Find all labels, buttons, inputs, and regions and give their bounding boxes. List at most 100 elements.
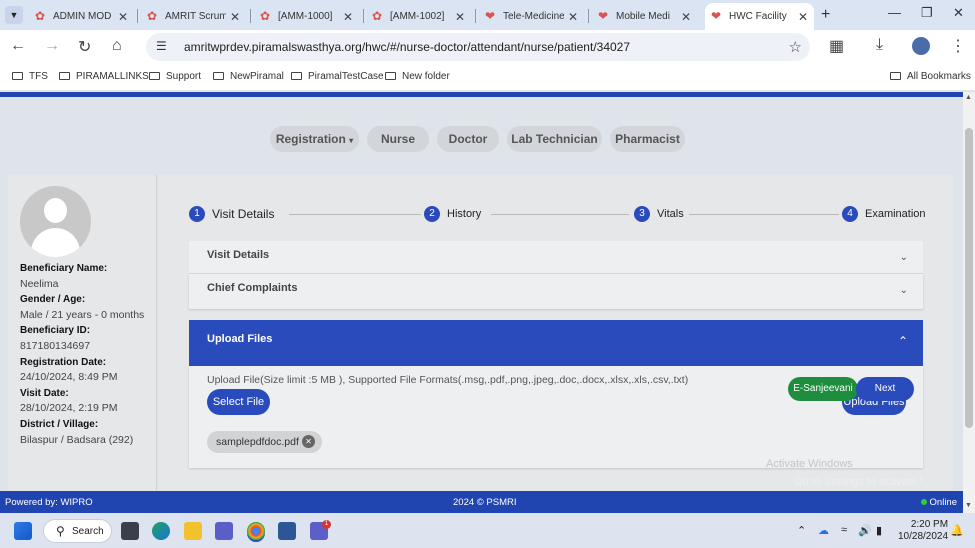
window-close-icon[interactable]: ✕ — [953, 5, 964, 21]
menu-kebab-icon[interactable]: ⋮ — [950, 36, 966, 56]
esanjeevani-button[interactable]: E-Sanjeevani — [788, 377, 858, 401]
tab-amrit-scrum[interactable]: ✿ AMRIT Scrum ✕ — [141, 3, 246, 30]
tab-admin-mod[interactable]: ✿ ADMIN MOD ✕ — [29, 3, 134, 30]
bookmarks-bar: TFS PIRAMALLINKS Support NewPiramal Pira… — [0, 64, 975, 91]
file-explorer-icon[interactable] — [184, 522, 202, 540]
nav-pharmacist[interactable]: Pharmacist — [610, 126, 685, 152]
notification-bell-icon[interactable]: 🔔 — [950, 524, 964, 537]
gender-age: Male / 21 years - 0 months — [20, 308, 145, 321]
clock[interactable]: 2:20 PM 10/28/2024 — [898, 519, 948, 543]
chevron-up-icon: ⌃ — [897, 334, 908, 348]
minimize-icon[interactable]: — — [888, 5, 901, 20]
step-vitals[interactable]: 3 Vitals — [634, 205, 684, 223]
bookmark-support[interactable]: Support — [149, 71, 201, 82]
tab-label: HWC Facility — [729, 11, 787, 22]
favicon-icon: ✿ — [147, 9, 158, 23]
district-village-label: District / Village: — [20, 418, 99, 430]
site-info-icon[interactable]: ☰ — [156, 39, 167, 53]
caret-down-icon: ▾ — [349, 136, 354, 145]
activate-windows-title: Activate Windows — [766, 458, 853, 470]
download-icon[interactable]: ⤓ — [876, 36, 883, 54]
accordion-upload-files[interactable]: Upload Files ⌃ — [189, 320, 923, 366]
tab-tele-medicine[interactable]: ❤ Tele-Medicine ✕ — [479, 3, 584, 30]
favicon-icon: ✿ — [260, 9, 271, 23]
visit-date: 28/10/2024, 2:19 PM — [20, 402, 118, 415]
tab-amm-1000[interactable]: ✿ [AMM-1000] ✕ — [254, 3, 359, 30]
tab-label: ADMIN MOD — [53, 11, 112, 22]
chrome-icon[interactable] — [247, 522, 265, 540]
app-header-bar — [0, 92, 963, 97]
reload-icon[interactable]: ↻ — [78, 37, 91, 57]
close-icon[interactable]: ✕ — [568, 10, 578, 24]
bookmark-star-icon[interactable]: ☆ — [789, 38, 802, 56]
scrollbar-thumb[interactable] — [965, 128, 973, 428]
page-scrollbar[interactable]: ▲ ▼ — [963, 92, 975, 513]
nav-doctor[interactable]: Doctor — [437, 126, 499, 152]
url-text[interactable]: amritwprdev.piramalswasthya.org/hwc/#/nu… — [184, 40, 630, 54]
onedrive-icon[interactable]: ☁ — [818, 524, 829, 537]
bookmark-piramallinks[interactable]: PIRAMALLINKS — [59, 71, 149, 82]
profile-avatar-icon[interactable] — [912, 37, 930, 55]
close-icon[interactable]: ✕ — [681, 10, 691, 24]
accordion-chief-complaints[interactable]: Chief Complaints ⌄ — [189, 274, 923, 309]
accordion-title: Visit Details — [207, 249, 270, 261]
beneficiary-panel: Beneficiary Name: Neelima Gender / Age: … — [8, 175, 157, 491]
nav-lab-technician[interactable]: Lab Technician — [507, 126, 602, 152]
close-icon[interactable]: ✕ — [343, 10, 353, 24]
nav-nurse[interactable]: Nurse — [367, 126, 429, 152]
tab-amm-1002[interactable]: ✿ [AMM-1002] ✕ — [366, 3, 471, 30]
extensions-icon[interactable]: ▦ — [829, 36, 844, 56]
chevron-down-icon: ⌄ — [899, 285, 908, 296]
file-chip: samplepdfdoc.pdf ✕ — [207, 431, 322, 453]
close-icon[interactable]: ✕ — [118, 10, 128, 24]
forward-icon[interactable]: → — [44, 37, 60, 55]
tab-hwc-facility[interactable]: ❤ HWC Facility ✕ — [705, 3, 814, 30]
app-footer: Powered by: WIPRO 2024 © PSMRI Online — [0, 491, 963, 513]
home-icon[interactable]: ⌂ — [112, 37, 122, 55]
back-icon[interactable]: ← — [10, 37, 26, 55]
snipping-tool-icon[interactable] — [215, 522, 233, 540]
folder-icon — [12, 72, 23, 80]
select-file-button[interactable]: Select File — [207, 389, 270, 415]
battery-icon[interactable]: ▮ — [876, 524, 882, 537]
remove-file-icon[interactable]: ✕ — [302, 435, 315, 448]
close-icon[interactable]: ✕ — [230, 10, 240, 24]
avatar — [20, 186, 91, 257]
bookmark-new-folder[interactable]: New folder — [385, 71, 450, 82]
nav-registration[interactable]: Registration ▾ — [270, 126, 359, 152]
restore-icon[interactable]: ❐ — [921, 5, 933, 21]
bookmark-newpiramal[interactable]: NewPiramal — [213, 71, 284, 82]
tray-chevron-icon[interactable]: ⌃ — [797, 524, 806, 537]
beneficiary-id: 817180134697 — [20, 340, 91, 353]
tab-search-button[interactable]: ▼ — [5, 6, 23, 24]
word-icon[interactable] — [278, 522, 296, 540]
close-icon[interactable]: ✕ — [798, 10, 808, 24]
step-examination[interactable]: 4 Examination — [842, 205, 926, 223]
tab-mobile-medi[interactable]: ❤ Mobile Medi ✕ — [592, 3, 697, 30]
step-history[interactable]: 2 History — [424, 205, 481, 223]
scroll-up-icon[interactable]: ▲ — [965, 94, 972, 101]
windows-start-icon[interactable] — [14, 522, 32, 540]
step-visit-details[interactable]: 1 Visit Details — [189, 205, 274, 223]
stepper: 1 Visit Details 2 History 3 Vitals 4 Exa… — [189, 205, 926, 223]
bookmark-tfs[interactable]: TFS — [12, 71, 48, 82]
next-button[interactable]: Next — [856, 377, 914, 401]
scroll-down-icon[interactable]: ▼ — [965, 502, 972, 509]
windows-taskbar: ⚲ Search ⌃ ☁ ≈ 🔊 ▮ 2:20 PM 10/28/2024 🔔 — [0, 513, 975, 548]
address-bar[interactable]: ☰ amritwprdev.piramalswasthya.org/hwc/#/… — [146, 33, 810, 61]
close-icon[interactable]: ✕ — [455, 10, 465, 24]
volume-icon[interactable]: 🔊 — [858, 524, 872, 537]
favicon-icon: ❤ — [711, 9, 722, 23]
all-bookmarks[interactable]: All Bookmarks — [890, 71, 971, 82]
accordion-visit-details[interactable]: Visit Details ⌄ — [189, 241, 923, 274]
powered-by: Powered by: WIPRO — [5, 497, 93, 508]
taskbar-search[interactable]: ⚲ Search — [43, 519, 112, 543]
new-tab-icon[interactable]: + — [821, 6, 830, 24]
task-view-icon[interactable] — [121, 522, 139, 540]
bookmark-piramaltestcase[interactable]: PiramalTestCase — [291, 71, 384, 82]
favicon-icon: ❤ — [598, 9, 609, 23]
wifi-icon[interactable]: ≈ — [841, 524, 847, 536]
beneficiary-name: Neelima — [20, 277, 59, 290]
tab-label: [AMM-1000] — [278, 11, 333, 22]
edge-icon[interactable] — [152, 522, 170, 540]
